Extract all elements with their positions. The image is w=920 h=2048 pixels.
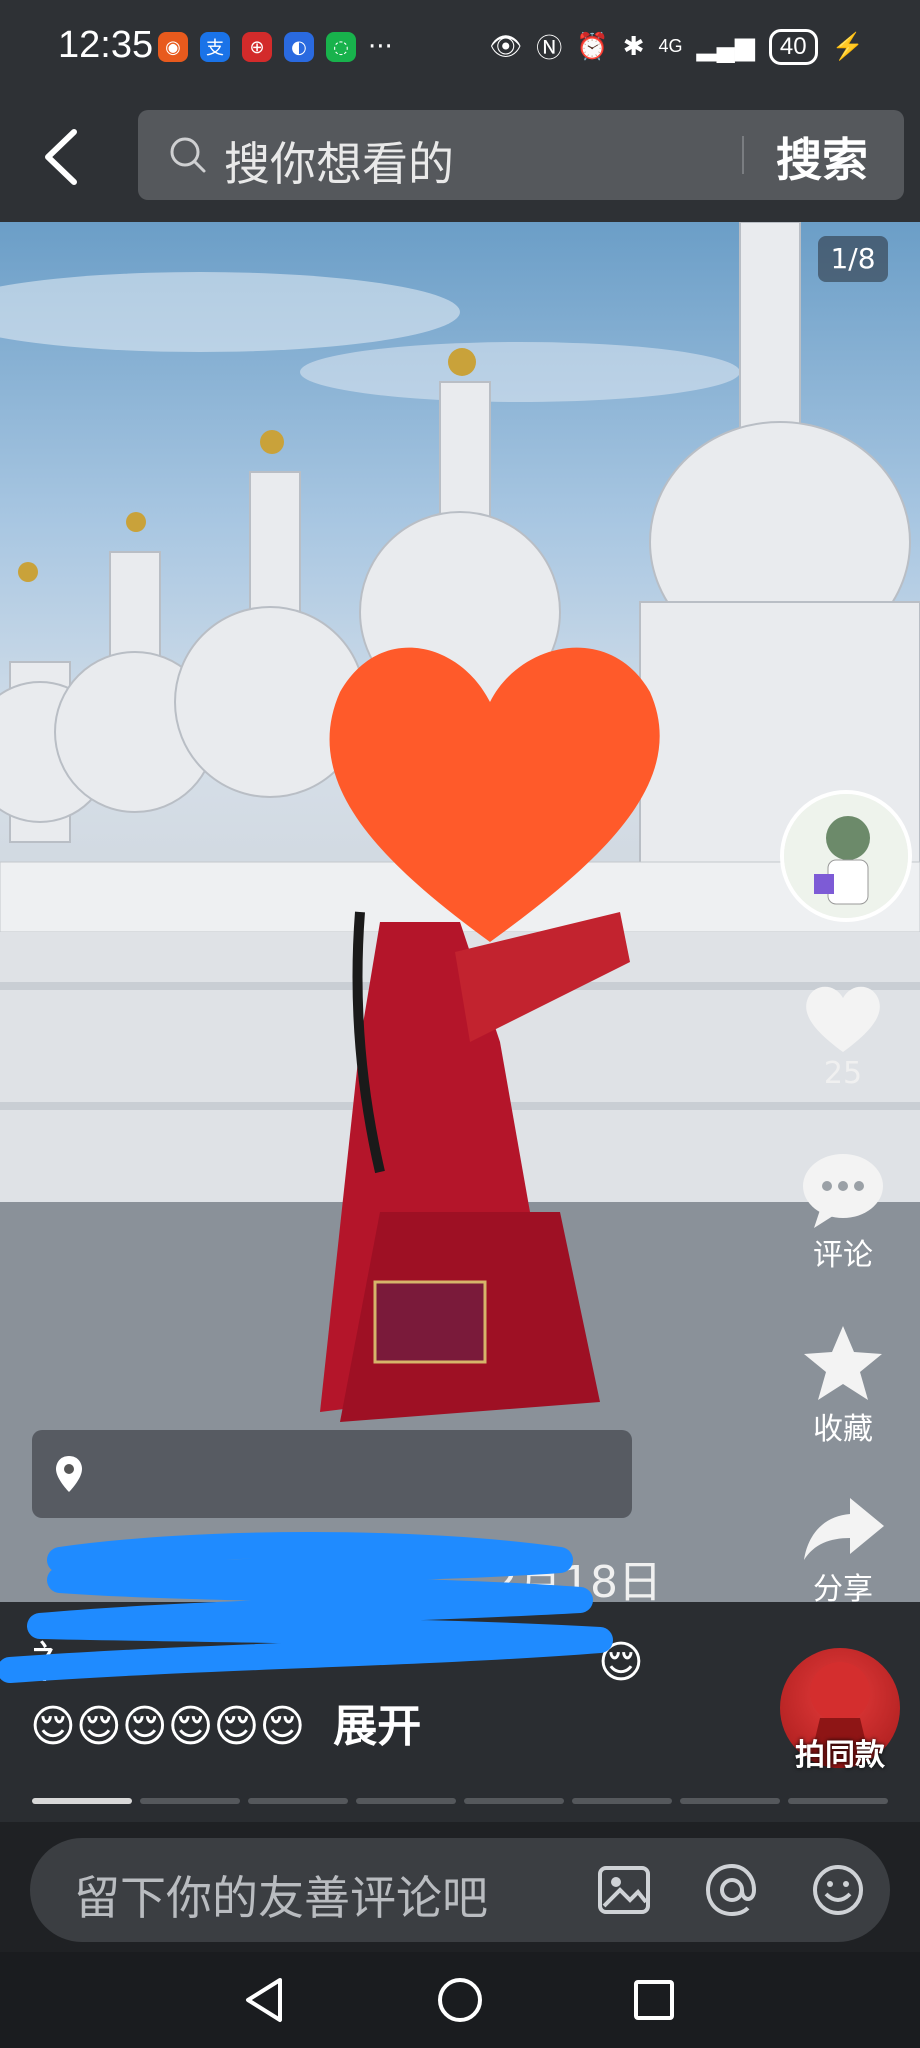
image-progress-bar — [32, 1798, 888, 1804]
favorite-label: 收藏 — [813, 1412, 873, 1447]
top-navigation: 搜你想看的 搜索 — [0, 96, 920, 222]
image-picker-icon[interactable] — [596, 1862, 652, 1918]
system-status-icons: 👁 Ⓝ ⏰ ✱ 4G ▂▄▆ 40 ⚡ — [489, 28, 864, 65]
search-button[interactable]: 搜索 — [776, 124, 868, 190]
eye-icon: 👁 — [489, 31, 523, 61]
progress-segment — [248, 1798, 348, 1804]
same-style-label[interactable]: 拍同款 — [780, 1730, 900, 1774]
search-divider — [742, 136, 744, 174]
comment-label: 评论 — [813, 1238, 873, 1273]
nav-back-icon[interactable] — [238, 1972, 294, 2028]
location-pin-icon — [56, 1456, 82, 1492]
alipay-icon: 支 — [200, 32, 230, 62]
favorite-button[interactable]: 收藏 — [788, 1322, 898, 1448]
more-notifications-indicator: ··· — [368, 32, 393, 62]
progress-segment — [140, 1798, 240, 1804]
location-pill[interactable] — [32, 1430, 632, 1518]
share-arrow-icon — [804, 1498, 884, 1560]
author-avatar[interactable] — [780, 790, 912, 922]
emoji-icon[interactable] — [810, 1862, 866, 1918]
network-label: 4G — [658, 36, 683, 56]
post-photo[interactable]: 1/8 — [0, 222, 920, 1602]
progress-segment — [788, 1798, 888, 1804]
search-box[interactable]: 搜你想看的 搜索 — [138, 110, 904, 200]
expand-caption-link[interactable]: 展开 — [333, 1701, 421, 1752]
star-icon — [804, 1326, 882, 1400]
comment-bar[interactable]: 留下你的友善评论吧 — [30, 1838, 890, 1942]
signal-icon: ▂▄▆ — [696, 31, 755, 61]
notification-icons: ◉ 支 ⊕ ◐ ◌ ··· — [158, 32, 393, 62]
heart-icon — [806, 986, 880, 1052]
back-arrow-icon[interactable] — [30, 122, 100, 192]
progress-segment — [32, 1798, 132, 1804]
wechat-icon: ◌ — [326, 32, 356, 62]
battery-indicator: 40 — [768, 28, 818, 65]
like-count: 25 — [823, 1056, 863, 1091]
progress-segment — [356, 1798, 456, 1804]
nav-home-icon[interactable] — [432, 1972, 488, 2028]
comment-button[interactable]: 评论 — [788, 1150, 898, 1274]
progress-segment — [464, 1798, 564, 1804]
nfc-icon: Ⓝ — [536, 33, 563, 63]
progress-segment — [680, 1798, 780, 1804]
like-button[interactable]: 25 — [788, 980, 898, 1091]
mention-icon[interactable] — [704, 1862, 760, 1918]
nav-recents-icon[interactable] — [626, 1972, 682, 2028]
avatar-illustration — [784, 794, 908, 918]
share-button[interactable]: 分享 — [788, 1494, 898, 1608]
photo-illustration — [0, 222, 920, 1602]
system-navigation-bar — [0, 1952, 920, 2048]
bank-app-icon: ⊕ — [242, 32, 272, 62]
blue-app-icon: ◐ — [284, 32, 314, 62]
comment-input[interactable]: 留下你的友善评论吧 — [74, 1862, 488, 1928]
status-time: 12:35 — [58, 24, 154, 66]
bluetooth-icon: ✱ — [622, 31, 645, 61]
alarm-icon: ⏰ — [576, 31, 609, 61]
search-icon — [170, 137, 206, 173]
progress-segment — [572, 1798, 672, 1804]
news-app-icon: ◉ — [158, 32, 188, 62]
caption-emoji-row: 😌😌😌😌😌😌 — [30, 1701, 306, 1752]
redaction-scribble — [0, 1532, 613, 1683]
charging-icon: ⚡ — [831, 31, 864, 61]
comment-bubble-icon — [803, 1154, 883, 1228]
search-input[interactable]: 搜你想看的 — [224, 128, 454, 194]
image-page-counter: 1/8 — [818, 236, 888, 282]
status-bar: 12:35 ◉ 支 ⊕ ◐ ◌ ··· 👁 Ⓝ ⏰ ✱ 4G ▂▄▆ 40 ⚡ — [0, 0, 920, 96]
